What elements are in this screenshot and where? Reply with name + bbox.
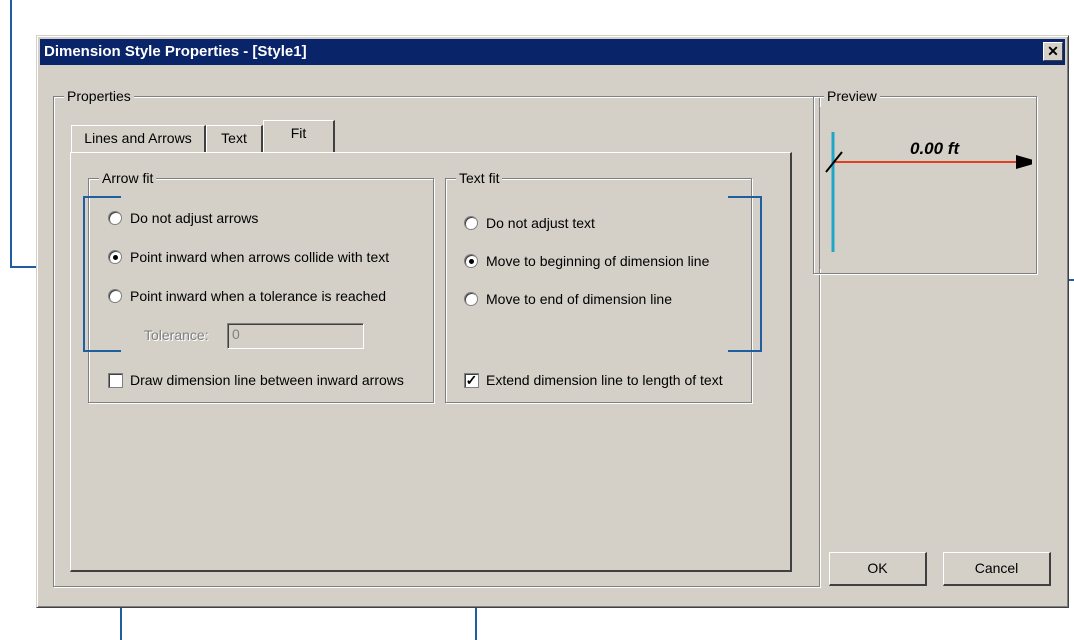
callout-bracket-arrow-fit-vertical xyxy=(83,196,85,352)
callout-bracket-arrow-fit-bottom xyxy=(83,350,121,352)
arrow-fit-group-label: Arrow fit xyxy=(99,170,157,186)
checkbox-box[interactable] xyxy=(108,373,123,388)
radio-label: Move to beginning of dimension line xyxy=(486,253,710,269)
radio-button[interactable] xyxy=(108,289,122,303)
preview-group: Preview 0.00 ft xyxy=(813,88,1037,274)
ok-button[interactable]: OK xyxy=(829,552,927,586)
tab-text[interactable]: Text xyxy=(206,125,263,153)
dimension-style-dialog: Dimension Style Properties - [Style1] ✕ … xyxy=(36,35,1069,608)
tab-lines-and-arrows[interactable]: Lines and Arrows xyxy=(71,125,206,153)
tab-text-label: Text xyxy=(221,130,247,146)
callout-bracket-text-fit-vertical xyxy=(760,196,762,352)
radio-label: Do not adjust text xyxy=(486,215,595,231)
dimension-preview-drawing: 0.00 ft xyxy=(825,132,1032,252)
close-icon: ✕ xyxy=(1047,43,1059,59)
text-fit-group-label: Text fit xyxy=(456,170,503,186)
tolerance-label: Tolerance: xyxy=(144,327,209,343)
callout-line-arrow-fit-vertical xyxy=(10,0,12,268)
cancel-button[interactable]: Cancel xyxy=(943,552,1051,586)
radio-button[interactable] xyxy=(464,292,478,306)
checkbox-label: Draw dimension line between inward arrow… xyxy=(130,372,404,388)
radio-button[interactable] xyxy=(464,216,478,230)
radio-button-selected[interactable] xyxy=(108,250,122,264)
checkbox-label: Extend dimension line to length of text xyxy=(486,372,723,388)
tab-fit[interactable]: Fit xyxy=(263,120,335,152)
radio-button[interactable] xyxy=(108,211,122,225)
preview-canvas: 0.00 ft xyxy=(820,107,1032,269)
dimension-text: 0.00 ft xyxy=(910,139,960,158)
callout-bracket-arrow-fit-top xyxy=(83,196,121,198)
text-fit-group: Text fit Do not adjust text Move to begi… xyxy=(445,170,752,403)
radio-label: Move to end of dimension line xyxy=(486,291,672,307)
check-icon[interactable]: ✓ xyxy=(464,373,479,388)
callout-bracket-text-fit-bottom xyxy=(728,350,762,352)
arrowhead-icon xyxy=(1016,155,1032,169)
properties-group-label: Properties xyxy=(64,88,134,104)
callout-bracket-text-fit-top xyxy=(728,196,762,198)
dialog-title: Dimension Style Properties - [Style1] xyxy=(44,43,307,60)
tolerance-input[interactable]: 0 xyxy=(227,323,364,349)
radio-label: Point inward when arrows collide with te… xyxy=(130,249,390,265)
close-button[interactable]: ✕ xyxy=(1043,42,1063,61)
fit-tab-panel: Arrow fit Do not adjust arrows Point inw… xyxy=(70,152,792,572)
radio-label: Do not adjust arrows xyxy=(130,210,259,226)
arrow-fit-group: Arrow fit Do not adjust arrows Point inw… xyxy=(88,170,434,403)
tab-fit-label: Fit xyxy=(290,125,307,141)
radio-label: Point inward when a tolerance is reached xyxy=(130,288,387,304)
preview-group-label: Preview xyxy=(824,88,880,104)
title-bar: Dimension Style Properties - [Style1] ✕ xyxy=(40,39,1065,65)
tab-lines-and-arrows-label: Lines and Arrows xyxy=(84,130,192,146)
radio-button-selected[interactable] xyxy=(464,254,478,268)
properties-group: Properties Lines and Arrows Text Fit Arr… xyxy=(53,88,820,587)
